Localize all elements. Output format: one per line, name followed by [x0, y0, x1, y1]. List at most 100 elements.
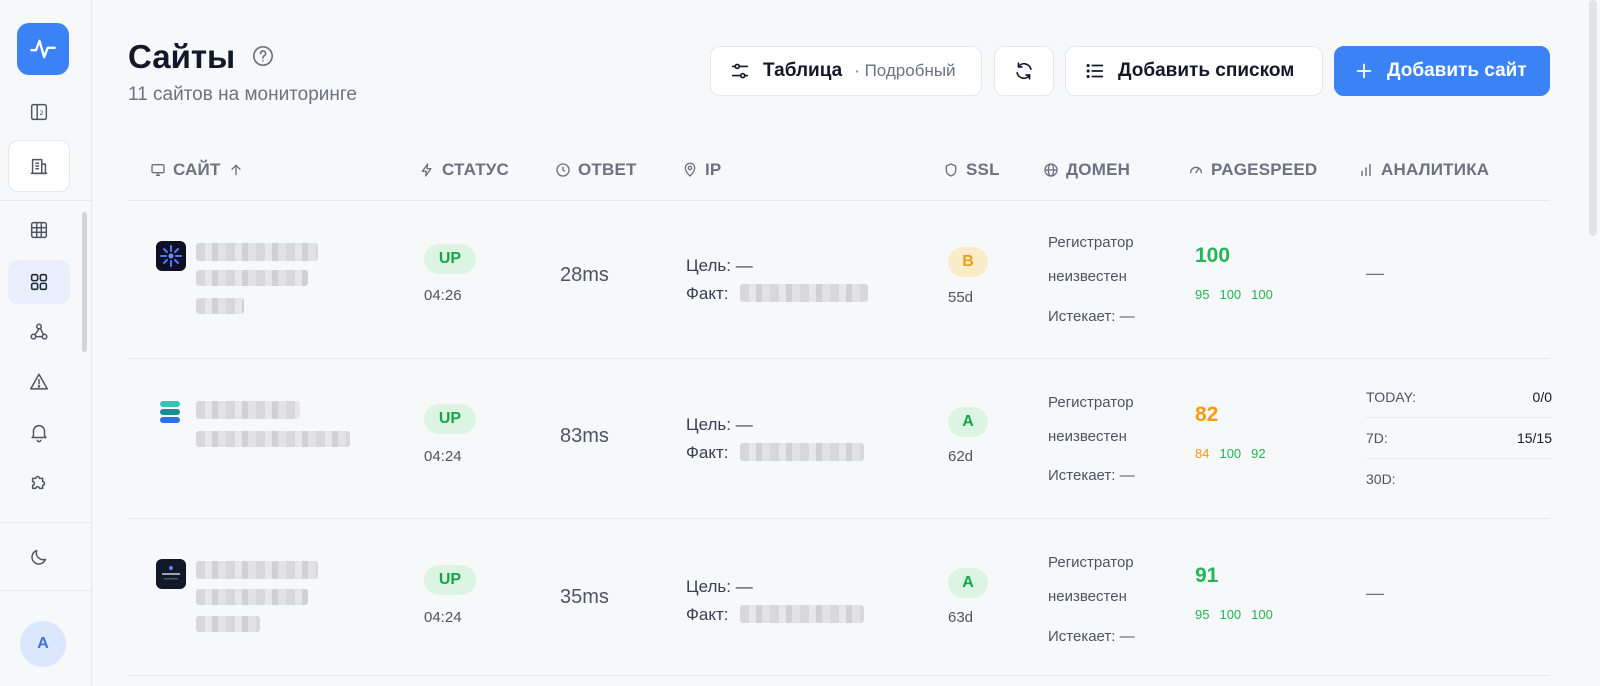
sidebar: 2 A	[0, 0, 92, 686]
page-title: Сайты	[128, 38, 236, 75]
site-name-redacted[interactable]	[196, 243, 318, 261]
globe-icon	[1044, 163, 1058, 177]
ssl-grade-badge: A	[948, 407, 988, 437]
table-row[interactable]: UP 04:24 83ms Цель: — Факт: A 62d Регист…	[128, 359, 1552, 517]
status-badge: UP	[424, 244, 476, 274]
row-divider	[128, 675, 1550, 676]
column-header-ssl[interactable]: SSL	[943, 160, 1000, 180]
pagespeed-score: 91	[1195, 564, 1219, 587]
table-row[interactable]: UP 04:24 35ms Цель: — Факт: A 63d Регист…	[128, 519, 1550, 677]
site-meta-redacted	[196, 298, 244, 314]
sidebar-item-notifications[interactable]	[8, 410, 70, 454]
analytics-divider	[1366, 417, 1552, 418]
column-header-status[interactable]: СТАТУС	[419, 160, 509, 180]
domain-registrar-status: неизвестен	[1048, 268, 1127, 285]
sidebar-divider	[0, 200, 91, 201]
pagespeed-score: 82	[1195, 403, 1219, 426]
sidebar-scrollbar[interactable]	[82, 212, 87, 352]
add-site-label: Добавить сайт	[1387, 60, 1527, 81]
theme-toggle[interactable]	[8, 535, 70, 579]
view-mode-button[interactable]: Таблица · Подробный	[710, 46, 982, 96]
panel-counter-icon: 2	[30, 103, 48, 121]
refresh-icon	[1016, 62, 1032, 80]
site-favicon	[156, 241, 186, 271]
dashboard-grid-icon	[30, 273, 48, 291]
status-time: 04:24	[424, 448, 462, 465]
ip-target: Цель: —	[686, 577, 753, 596]
site-favicon	[156, 559, 186, 589]
ssl-days: 63d	[948, 609, 974, 626]
domain-registrar: Регистратор	[1048, 394, 1134, 411]
domain-registrar: Регистратор	[1048, 554, 1134, 571]
ip-actual-label: Факт:	[686, 284, 729, 303]
avatar[interactable]: A	[20, 621, 66, 667]
domain-registrar: Регистратор	[1048, 234, 1134, 251]
analytics-7d: 7D: 15/15	[1366, 430, 1552, 446]
site-url-redacted	[196, 431, 350, 447]
analytics-empty: —	[1366, 263, 1384, 283]
response-time: 35ms	[560, 586, 609, 608]
ssl-days: 62d	[948, 448, 974, 465]
page-scrollbar[interactable]	[1589, 0, 1597, 236]
domain-expires: Истекает: —	[1048, 628, 1135, 645]
add-list-label: Добавить списком	[1118, 60, 1295, 81]
plus-icon	[1356, 63, 1372, 79]
site-name-redacted[interactable]	[196, 561, 318, 579]
column-header-pagespeed[interactable]: PAGESPEED	[1188, 160, 1317, 180]
column-header-response[interactable]: ОТВЕТ	[555, 160, 637, 180]
ip-actual-label: Факт:	[686, 443, 729, 462]
lightning-icon	[421, 163, 432, 177]
sidebar-item-sites[interactable]	[8, 260, 70, 304]
domain-expires: Истекает: —	[1048, 467, 1135, 484]
sort-arrow-up-icon	[230, 164, 241, 176]
ssl-grade-badge: A	[948, 568, 988, 598]
refresh-button[interactable]	[994, 46, 1054, 96]
column-header-domain[interactable]: ДОМЕН	[1043, 160, 1130, 180]
table-row[interactable]: UP 04:26 28ms Цель: — Факт: B 55d Регист…	[128, 201, 1550, 359]
location-pin-icon	[684, 162, 696, 177]
grid-table-icon	[30, 221, 48, 239]
add-site-button[interactable]: Добавить сайт	[1334, 46, 1550, 96]
analytics-today: TODAY: 0/0	[1366, 389, 1552, 405]
pagespeed-subscores: 84 100 92	[1195, 446, 1266, 461]
status-time: 04:24	[424, 609, 462, 626]
clock-icon	[556, 163, 570, 177]
domain-registrar-status: неизвестен	[1048, 428, 1127, 445]
site-name-redacted[interactable]	[196, 401, 300, 419]
sidebar-item-organization[interactable]	[8, 140, 70, 192]
column-header-site[interactable]: САЙТ	[150, 160, 244, 180]
pagespeed-subscores: 95 100 100	[1195, 607, 1273, 622]
sidebar-item-table[interactable]	[8, 208, 70, 252]
puzzle-icon	[31, 475, 46, 490]
help-icon[interactable]	[252, 45, 274, 67]
response-time: 83ms	[560, 425, 609, 447]
svg-text:2: 2	[39, 109, 43, 117]
status-badge: UP	[424, 565, 476, 595]
bell-icon	[31, 424, 47, 443]
shield-icon	[945, 163, 957, 177]
view-mode-detail: · Подробный	[854, 61, 956, 80]
sidebar-item-integrations[interactable]	[8, 460, 70, 504]
view-mode-label: Таблица	[763, 60, 843, 81]
site-url-redacted	[196, 589, 308, 605]
gauge-icon	[1190, 166, 1202, 174]
sliders-icon	[731, 63, 749, 79]
sidebar-item-webhooks[interactable]	[8, 310, 70, 354]
list-icon	[1086, 63, 1104, 79]
starburst-icon	[160, 245, 182, 267]
status-time: 04:26	[424, 287, 462, 304]
moon-icon	[31, 549, 47, 565]
column-header-analytics[interactable]: АНАЛИТИКА	[1358, 160, 1489, 180]
ip-actual-redacted	[740, 443, 864, 461]
status-badge: UP	[424, 404, 476, 434]
analytics-30d: 30D:	[1366, 471, 1396, 487]
response-time: 28ms	[560, 264, 609, 286]
ip-actual-redacted	[740, 284, 868, 302]
sidebar-divider	[0, 590, 91, 591]
sidebar-item-counter[interactable]: 2	[8, 90, 70, 134]
add-list-button[interactable]: Добавить списком	[1065, 46, 1323, 96]
app-logo[interactable]	[17, 23, 69, 75]
column-header-ip[interactable]: IP	[682, 160, 721, 180]
bar-chart-icon	[1361, 163, 1371, 177]
sidebar-item-incidents[interactable]	[8, 360, 70, 404]
